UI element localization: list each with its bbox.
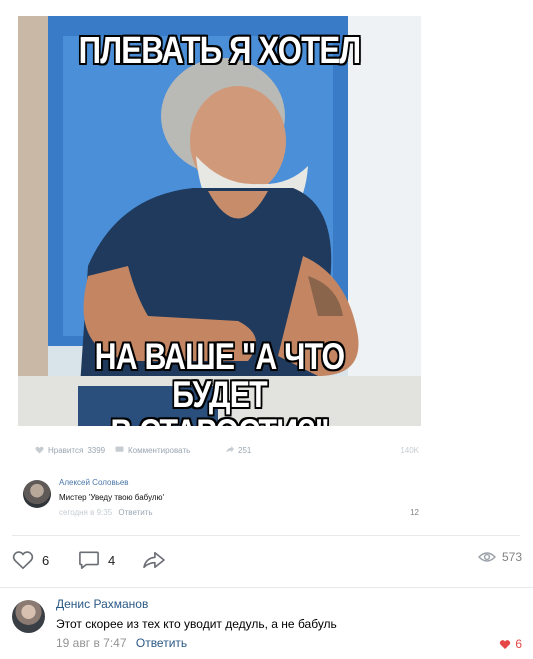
inner-comment-likes: 12 xyxy=(410,508,419,517)
inner-comment-meta: сегодня в 9:35 Ответить xyxy=(59,508,153,517)
comment-like-button[interactable]: 6 xyxy=(499,637,522,651)
post-action-bar: 6 4 573 xyxy=(12,548,522,576)
comment-icon xyxy=(115,446,124,452)
comment-button[interactable]: 4 xyxy=(78,550,115,570)
inner-comment-avatar xyxy=(23,480,51,508)
inner-post-actions: Нравится 3399 Комментировать 251 140K xyxy=(35,442,435,458)
meme-bottom-caption-line2: В СТАРОСТИ?" xyxy=(54,414,384,427)
comment-item: Денис Рахманов Этот скорее из тех кто ув… xyxy=(12,597,522,655)
meme-image: ПЛЕВАТЬ Я ХОТЕЛ НА ВАШЕ "А ЧТО БУДЕТ В С… xyxy=(18,16,421,426)
comment-like-count: 6 xyxy=(515,637,522,651)
inner-share-button: 251 xyxy=(225,446,285,455)
comment-date: 19 авг в 7:47 xyxy=(56,636,127,650)
comment-text: Этот скорее из тех кто уводит дедуль, а … xyxy=(56,617,337,631)
views-counter: 573 xyxy=(477,550,522,564)
divider xyxy=(12,535,520,536)
like-button[interactable]: 6 xyxy=(12,550,49,570)
heart-icon xyxy=(12,551,34,569)
like-count: 6 xyxy=(42,552,50,568)
inner-share-count: 251 xyxy=(238,445,252,455)
share-icon xyxy=(225,446,234,453)
inner-views: 140K xyxy=(400,445,419,455)
eye-icon xyxy=(477,552,496,562)
inner-like-label: Нравится xyxy=(48,445,84,455)
meme-bottom-caption: НА ВАШЕ "А ЧТО БУДЕТ В СТАРОСТИ?" xyxy=(54,336,384,427)
inner-like-count: 3399 xyxy=(87,445,106,455)
inner-comment-date: сегодня в 9:35 xyxy=(59,508,113,517)
inner-comment-text: Мистер 'Уведу твою бабулю' xyxy=(59,493,165,502)
heart-icon xyxy=(500,639,511,649)
meme-top-caption: ПЛЕВАТЬ Я ХОТЕЛ xyxy=(78,30,362,72)
inner-like-button: Нравится 3399 xyxy=(35,446,115,455)
embedded-post-screenshot: ПЛЕВАТЬ Я ХОТЕЛ НА ВАШЕ "А ЧТО БУДЕТ В С… xyxy=(9,8,437,518)
inner-comment: Алексей Соловьев Мистер 'Уведу твою бабу… xyxy=(23,478,433,518)
divider xyxy=(0,587,533,588)
comment-icon xyxy=(79,551,99,569)
inner-comment-reply: Ответить xyxy=(118,508,153,517)
inner-comment-label: Комментировать xyxy=(128,445,191,455)
reply-button[interactable]: Ответить xyxy=(136,636,187,650)
comment-author-link[interactable]: Денис Рахманов xyxy=(56,597,148,611)
heart-icon xyxy=(35,446,44,454)
comment-count: 4 xyxy=(108,552,116,568)
comment-meta: 19 авг в 7:47 Ответить xyxy=(56,636,187,650)
inner-comment-button: Комментировать xyxy=(115,446,225,455)
views-count: 573 xyxy=(501,550,522,564)
share-icon xyxy=(143,551,165,569)
meme-bottom-caption-line1: НА ВАШЕ "А ЧТО БУДЕТ xyxy=(94,336,345,415)
avatar[interactable] xyxy=(12,600,45,633)
inner-comment-author: Алексей Соловьев xyxy=(59,478,129,487)
share-button[interactable] xyxy=(142,550,166,570)
